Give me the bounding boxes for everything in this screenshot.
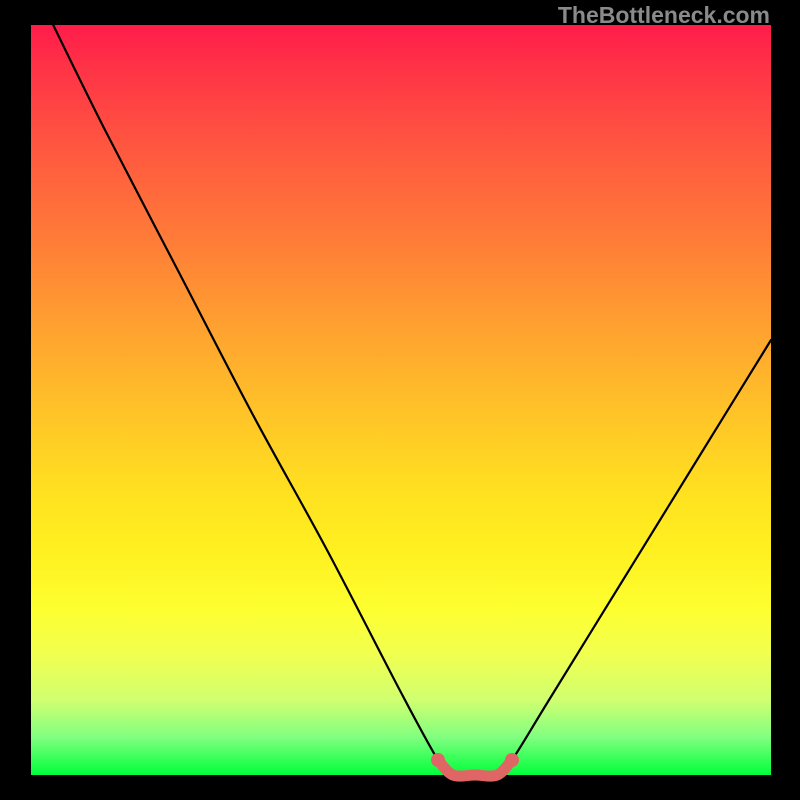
bottleneck-curve [53, 25, 771, 776]
valley-highlight [438, 760, 512, 776]
valley-endpoint-left [431, 753, 445, 767]
chart-overlay [31, 25, 771, 775]
valley-endpoint-right [505, 753, 519, 767]
